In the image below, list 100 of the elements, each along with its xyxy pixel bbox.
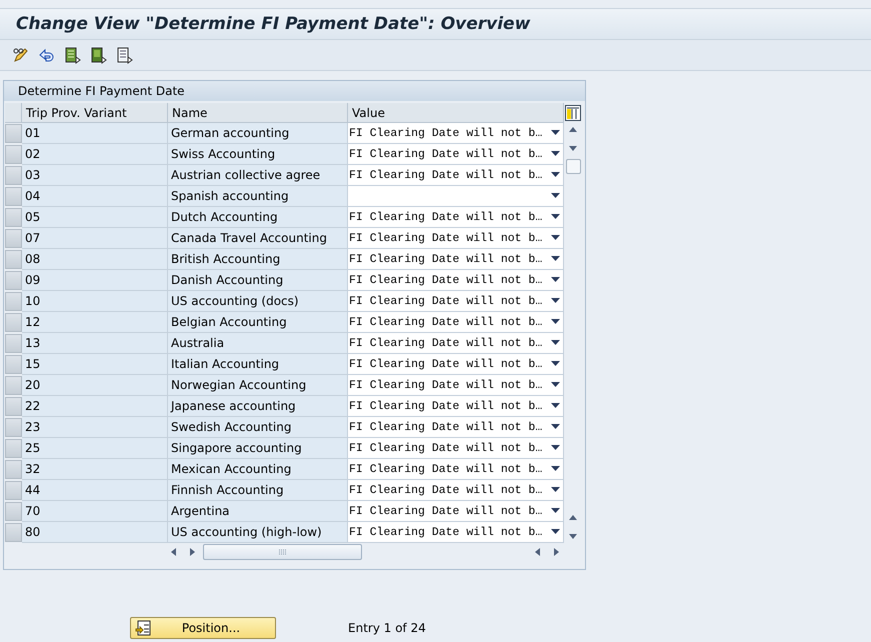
entry-count: Entry 1 of 24 — [348, 621, 426, 635]
table-cell: 07 — [22, 228, 168, 249]
pencil-glasses-icon[interactable] — [12, 46, 29, 64]
row-selector[interactable] — [5, 313, 22, 332]
caret-icon — [551, 193, 560, 199]
table-cell: 32 — [22, 459, 168, 480]
table-cell: Swiss Accounting — [168, 144, 348, 165]
table-cell: 25 — [22, 438, 168, 459]
value-dropdown[interactable]: FI Clearing Date will not b… — [348, 438, 564, 459]
scrollbar-thumb[interactable] — [203, 544, 362, 560]
caret-icon — [551, 382, 560, 388]
table-cell: 12 — [22, 312, 168, 333]
caret-icon — [551, 424, 560, 430]
caret-icon — [551, 340, 560, 346]
table-cell: 04 — [22, 186, 168, 207]
row-selector[interactable] — [5, 481, 22, 500]
caret-icon — [551, 508, 560, 514]
table-cell: Spanish accounting — [168, 186, 348, 207]
scrollbar-thumb[interactable] — [566, 159, 580, 174]
row-selector[interactable] — [5, 397, 22, 416]
value-dropdown[interactable]: FI Clearing Date will not b… — [348, 312, 564, 333]
table-cell: 22 — [22, 396, 168, 417]
row-selector[interactable] — [5, 271, 22, 290]
row-selector[interactable] — [5, 418, 22, 437]
row-selector[interactable] — [5, 208, 22, 227]
row-selector[interactable] — [5, 439, 22, 458]
list-arrow-icon[interactable] — [64, 46, 81, 64]
table-cell: Belgian Accounting — [168, 312, 348, 333]
column-header[interactable]: Name — [168, 103, 348, 123]
row-selector[interactable] — [5, 376, 22, 395]
table-cell: Austrian collective agree — [168, 165, 348, 186]
row-selector[interactable] — [5, 460, 22, 479]
row-selector[interactable] — [5, 355, 22, 374]
table-cell: Swedish Accounting — [168, 417, 348, 438]
caret-icon — [551, 172, 560, 178]
value-dropdown[interactable] — [348, 186, 564, 207]
value-dropdown[interactable]: FI Clearing Date will not b… — [348, 228, 564, 249]
column-header[interactable]: Trip Prov. Variant — [22, 103, 168, 123]
value-dropdown[interactable]: FI Clearing Date will not b… — [348, 291, 564, 312]
value-dropdown[interactable]: FI Clearing Date will not b… — [348, 354, 564, 375]
value-dropdown[interactable]: FI Clearing Date will not b… — [348, 270, 564, 291]
value-dropdown[interactable]: FI Clearing Date will not b… — [348, 333, 564, 354]
caret-icon — [551, 403, 560, 409]
caret-icon — [551, 214, 560, 220]
value-dropdown[interactable]: FI Clearing Date will not b… — [348, 249, 564, 270]
value-dropdown[interactable]: FI Clearing Date will not b… — [348, 522, 564, 543]
caret-icon — [551, 445, 560, 451]
value-dropdown[interactable]: FI Clearing Date will not b… — [348, 207, 564, 228]
row-selector[interactable] — [5, 166, 22, 185]
caret-icon — [551, 256, 560, 262]
position-button[interactable]: Position... — [130, 617, 276, 639]
undo-arrow-icon[interactable] — [38, 46, 55, 64]
value-dropdown[interactable]: FI Clearing Date will not b… — [348, 375, 564, 396]
select-all-header[interactable] — [5, 103, 22, 123]
column-header[interactable]: Value — [348, 103, 564, 123]
value-dropdown[interactable]: FI Clearing Date will not b… — [348, 417, 564, 438]
table-cell: 10 — [22, 291, 168, 312]
table-cell: 03 — [22, 165, 168, 186]
value-dropdown[interactable]: FI Clearing Date will not b… — [348, 480, 564, 501]
table-cell: Argentina — [168, 501, 348, 522]
grip-icon — [278, 549, 288, 555]
table-cell: 44 — [22, 480, 168, 501]
value-dropdown[interactable]: FI Clearing Date will not b… — [348, 459, 564, 480]
row-selector[interactable] — [5, 334, 22, 353]
table-cell: 01 — [22, 123, 168, 144]
caret-icon — [551, 151, 560, 157]
table-cell: Japanese accounting — [168, 396, 348, 417]
value-dropdown[interactable]: FI Clearing Date will not b… — [348, 396, 564, 417]
caret-icon — [551, 235, 560, 241]
row-selector[interactable] — [5, 523, 22, 542]
value-dropdown[interactable]: FI Clearing Date will not b… — [348, 165, 564, 186]
table-cell: 23 — [22, 417, 168, 438]
caret-icon — [551, 466, 560, 472]
document-arrow-icon[interactable] — [90, 46, 107, 64]
row-selector[interactable] — [5, 145, 22, 164]
column-settings-icon[interactable] — [565, 105, 581, 121]
document-arrow-icon[interactable] — [116, 46, 133, 64]
table-cell: 09 — [22, 270, 168, 291]
row-selector[interactable] — [5, 187, 22, 206]
table-cell: Italian Accounting — [168, 354, 348, 375]
table-cell: US accounting (docs) — [168, 291, 348, 312]
table-cell: Mexican Accounting — [168, 459, 348, 480]
caret-icon — [551, 361, 560, 367]
table-title: Determine FI Payment Date — [4, 81, 585, 101]
value-dropdown[interactable]: FI Clearing Date will not b… — [348, 123, 564, 144]
row-selector[interactable] — [5, 229, 22, 248]
value-dropdown[interactable]: FI Clearing Date will not b… — [348, 144, 564, 165]
row-selector[interactable] — [5, 292, 22, 311]
table-cell: Australia — [168, 333, 348, 354]
row-selector[interactable] — [5, 502, 22, 521]
table-cell: Singapore accounting — [168, 438, 348, 459]
table-cell: 15 — [22, 354, 168, 375]
row-selector[interactable] — [5, 250, 22, 269]
table-cell: 20 — [22, 375, 168, 396]
table-cell: Danish Accounting — [168, 270, 348, 291]
table-cell: 08 — [22, 249, 168, 270]
row-selector[interactable] — [5, 124, 22, 143]
caret-icon — [551, 277, 560, 283]
table-cell: German accounting — [168, 123, 348, 144]
value-dropdown[interactable]: FI Clearing Date will not b… — [348, 501, 564, 522]
